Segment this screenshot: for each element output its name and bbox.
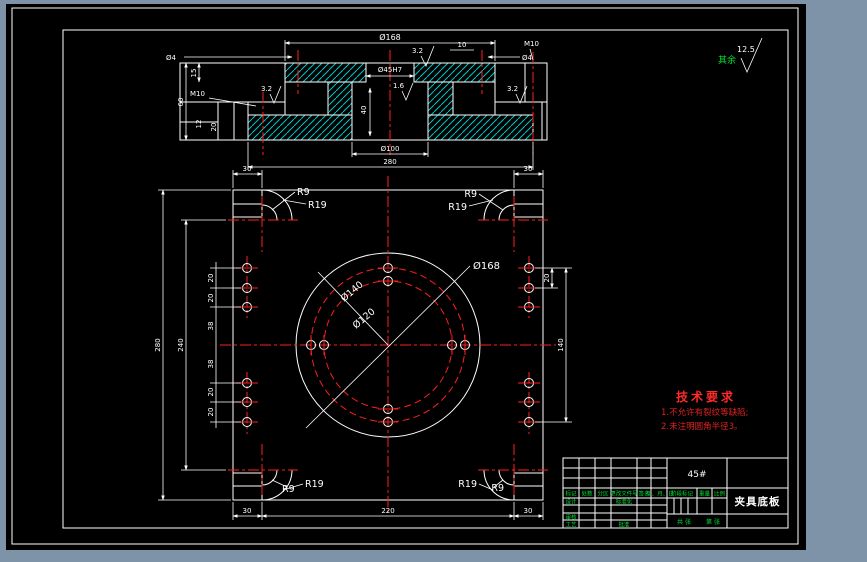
dim-280-plan: 280 <box>154 338 162 351</box>
tb-stage: 阶段标记 <box>671 490 694 498</box>
dim-220: 220 <box>381 507 394 515</box>
cad-viewer: 其余 12.5 Ø168 Ø4 Ø4 10 M10 M10 3.2 3.2 3.… <box>0 0 867 562</box>
dim-f16-bore: 1.6 <box>393 82 405 90</box>
tb-col-count: 处数 <box>581 490 593 498</box>
tb-material: 45# <box>688 470 707 480</box>
dim-f32-left: 3.2 <box>261 85 272 93</box>
dim-20: 20 <box>210 123 218 132</box>
label-r19: R19 <box>448 202 467 213</box>
label-r9: R9 <box>464 189 477 200</box>
hatch-flange-left <box>284 62 367 83</box>
tb-design: 设计 <box>565 498 577 506</box>
dim-sp38: 38 <box>207 322 215 331</box>
dim-12: 12 <box>195 120 203 129</box>
tb-sheets-total: 共 张 <box>677 518 691 526</box>
dim-hole-right: Ø4 <box>522 54 533 62</box>
drawing-canvas[interactable]: 其余 12.5 Ø168 Ø4 Ø4 10 M10 M10 3.2 3.2 3.… <box>0 0 867 562</box>
dim-sp20-right: 20 <box>543 274 551 283</box>
dim-40: 40 <box>360 106 368 115</box>
tech-req-item1: 1.不允许有裂纹等缺陷; <box>661 407 748 418</box>
label-r19: R19 <box>458 479 477 490</box>
label-r9: R9 <box>297 187 310 198</box>
paper-frame <box>6 4 806 550</box>
tb-standardization: 标准化 <box>616 498 633 506</box>
tb-audit: 审核 <box>565 513 577 521</box>
finish-rest-label: 其余 <box>718 54 736 66</box>
tb-weight: 重量 <box>699 490 711 498</box>
label-dia168: Ø168 <box>473 260 500 272</box>
paper-background <box>6 4 806 550</box>
dim-sp20: 20 <box>207 388 215 397</box>
dim-sp20: 20 <box>207 294 215 303</box>
dim-30-br: 30 <box>524 507 533 515</box>
dim-240: 240 <box>177 338 185 351</box>
finish-value-label: 12.5 <box>737 45 755 54</box>
tech-req-title: 技术要求 <box>676 389 736 404</box>
dim-sp38: 38 <box>207 360 215 369</box>
dim-dia100: Ø100 <box>381 145 400 153</box>
tb-process: 工艺 <box>565 522 577 529</box>
tb-col-docno: 更改文件号 <box>610 490 638 498</box>
hatch-hub-left <box>327 81 353 116</box>
dim-280-section: 280 <box>383 158 396 166</box>
dim-10: 10 <box>458 41 467 49</box>
dim-dia168-top: Ø168 <box>379 32 401 42</box>
dim-140: 140 <box>557 338 565 351</box>
dim-30-bl: 30 <box>243 507 252 515</box>
hatch-base-right <box>427 114 534 141</box>
label-r19: R19 <box>305 479 324 490</box>
tb-col-zone: 分区 <box>597 490 609 498</box>
dim-bore: Ø45H7 <box>378 66 402 74</box>
dim-sp20: 20 <box>207 274 215 283</box>
dim-hole-left: Ø4 <box>166 54 177 62</box>
tb-scale: 比例 <box>714 490 726 498</box>
tb-approve: 批准 <box>618 521 630 529</box>
dim-f32-right: 3.2 <box>507 85 518 93</box>
tb-col-date: 年、月、日 <box>646 490 674 498</box>
label-r9: R9 <box>491 483 504 494</box>
dim-f32-top: 3.2 <box>412 47 423 55</box>
dim-sp20: 20 <box>207 408 215 417</box>
hatch-base-left <box>247 114 353 141</box>
label-r19: R19 <box>308 200 327 211</box>
dim-60: 60 <box>177 98 185 107</box>
tech-req-item2: 2.未注明圆角半径3。 <box>661 421 743 432</box>
dim-15: 15 <box>190 69 198 78</box>
dim-30-tr: 30 <box>524 165 533 173</box>
tb-col-mark: 标记 <box>565 490 577 498</box>
tb-sheet-no: 第 张 <box>706 518 720 526</box>
dim-m10-left: M10 <box>190 90 205 98</box>
hatch-hub-right <box>427 81 454 116</box>
tb-part-name: 夹具底板 <box>735 495 781 508</box>
dim-m10-right: M10 <box>524 40 539 48</box>
dim-30-tl: 30 <box>243 165 252 173</box>
